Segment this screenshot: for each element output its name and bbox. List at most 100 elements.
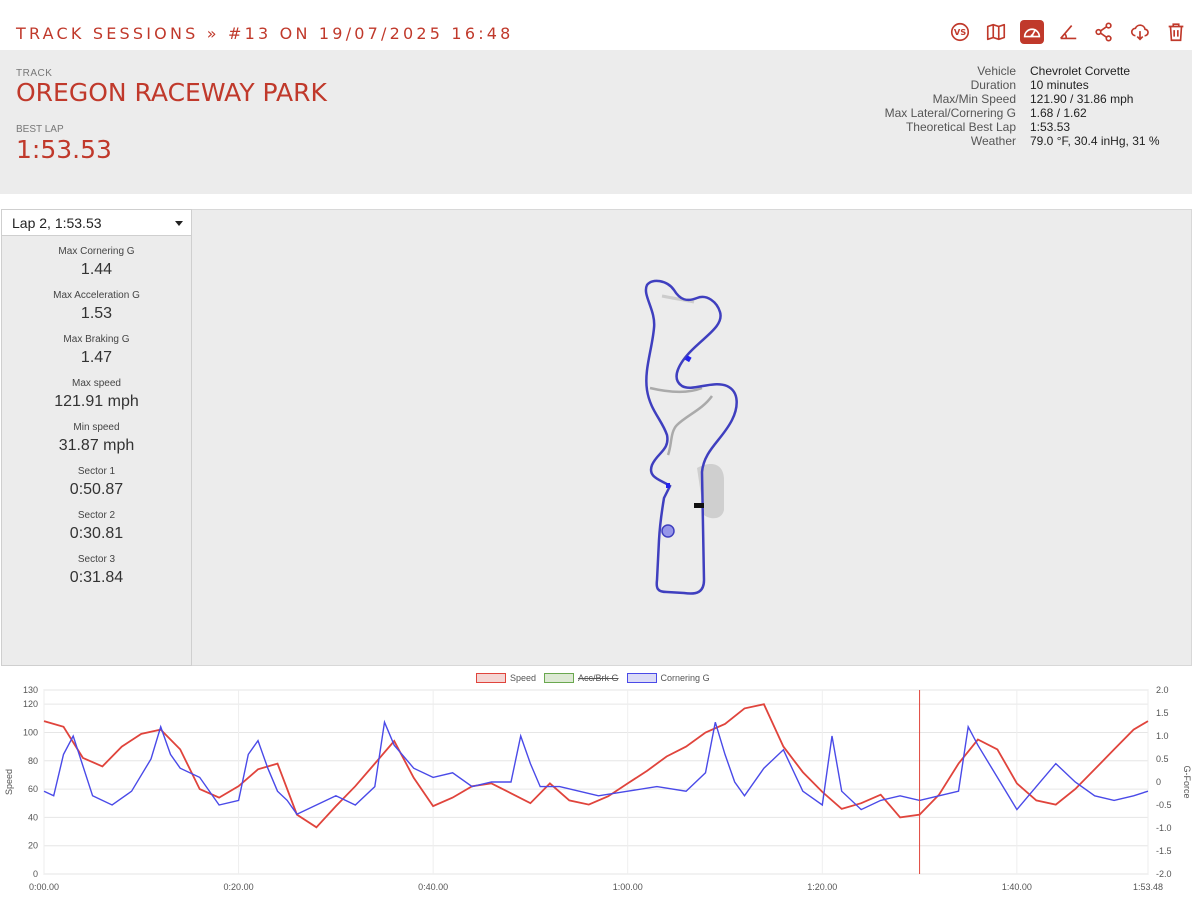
stat-row: Theoretical Best Lap 1:53.53 xyxy=(870,120,1176,134)
track-name: OREGON RACEWAY PARK xyxy=(16,78,327,107)
share-icon[interactable] xyxy=(1092,20,1116,44)
y-tick-label: 130 xyxy=(23,685,38,695)
map-icon[interactable] xyxy=(984,20,1008,44)
metric-value: 31.87 mph xyxy=(58,437,135,454)
cloud-download-icon[interactable] xyxy=(1128,20,1152,44)
y-tick-label: 20 xyxy=(28,841,38,851)
telemetry-chart[interactable]: 0 20 40 60 80 100 120 130 -2.0 -1.5 -1.0 -0.5 0 0.5 1.… xyxy=(0,668,1200,906)
x-tick-label: 1:40.00 xyxy=(1002,882,1032,892)
metric-max-braking-g: Max Braking G 1.47 xyxy=(2,334,191,374)
x-tick-label: 1:00.00 xyxy=(613,882,643,892)
legend-label: Speed xyxy=(510,673,537,683)
speedometer-icon[interactable] xyxy=(1020,20,1044,44)
y2-axis-label: G-Force xyxy=(1182,765,1192,798)
legend-swatch xyxy=(544,673,575,683)
top-bar: TRACK SESSIONS » #13 ON 19/07/2025 16:48… xyxy=(0,0,1200,48)
metric-label: Max Cornering G xyxy=(58,246,135,257)
track-alt-section xyxy=(666,395,714,456)
x-tick-label: 0:40.00 xyxy=(418,882,448,892)
y-tick-label: 100 xyxy=(23,727,38,737)
metric-max-cornering-g: Max Cornering G 1.44 xyxy=(2,246,191,286)
sector-marker xyxy=(666,483,670,488)
stat-row: Max/Min Speed 121.90 / 31.86 mph xyxy=(870,92,1176,106)
y-axis-label: Speed xyxy=(4,769,14,795)
legend-item-speed[interactable]: Speed xyxy=(476,673,536,683)
metric-value: 1.47 xyxy=(80,349,113,366)
track-map[interactable] xyxy=(192,209,1192,666)
best-lap-time: 1:53.53 xyxy=(16,135,112,164)
stat-row: Weather 79.0 °F, 30.4 inHg, 31 % xyxy=(870,134,1176,148)
y-tick-label: 60 xyxy=(28,784,38,794)
y2-tick-label: 0 xyxy=(1156,777,1161,787)
metric-label: Max Braking G xyxy=(63,334,130,345)
best-lap-label: BEST LAP xyxy=(16,124,64,135)
trash-icon[interactable] xyxy=(1164,20,1188,44)
metric-value: 0:31.84 xyxy=(69,569,124,586)
chevron-down-icon xyxy=(175,221,183,226)
racing-line xyxy=(644,279,738,595)
metric-label: Max Acceleration G xyxy=(53,290,140,301)
lap-select[interactable]: Lap 2, 1:53.53 xyxy=(2,210,191,236)
stat-key: Max Lateral/Cornering G xyxy=(884,106,1016,120)
vs-label: VS xyxy=(954,27,966,37)
metric-value: 0:50.87 xyxy=(69,481,124,498)
legend-swatch xyxy=(476,673,506,683)
y2-tick-label: -2.0 xyxy=(1156,869,1172,879)
x-tick-label: 1:20.00 xyxy=(807,882,837,892)
stat-key: Theoretical Best Lap xyxy=(905,120,1016,134)
metric-value: 121.91 mph xyxy=(54,393,139,410)
toolbar: VS xyxy=(948,20,1188,44)
session-header: TRACK OREGON RACEWAY PARK BEST LAP 1:53.… xyxy=(0,50,1192,194)
stat-value: 1.68 / 1.62 xyxy=(1030,106,1087,120)
lap-select-value: Lap 2, 1:53.53 xyxy=(12,214,102,231)
stat-key: Max/Min Speed xyxy=(932,92,1016,106)
telemetry-chart-svg: 0 20 40 60 80 100 120 130 -2.0 -1.5 -1.0 -0.5 0 0.5 1.… xyxy=(4,685,1192,892)
session-stats: Vehicle Chevrolet Corvette Duration 10 min… xyxy=(870,64,1176,148)
car-position-marker[interactable] xyxy=(661,524,675,538)
metric-label: Max speed xyxy=(72,378,121,389)
y-tick-label: 80 xyxy=(28,756,38,766)
stat-row: Vehicle Chevrolet Corvette xyxy=(870,64,1176,78)
angle-icon[interactable] xyxy=(1056,20,1080,44)
stat-row: Max Lateral/Cornering G 1.68 / 1.62 xyxy=(870,106,1176,120)
legend-label: Acc/Brk G xyxy=(578,673,619,683)
legend-label: Cornering G xyxy=(660,673,710,683)
lap-panel: Lap 2, 1:53.53 Max Cornering G 1.44 Max A… xyxy=(1,209,192,666)
chart-legend: Speed Acc/Brk G Cornering G xyxy=(476,673,710,683)
stat-value: Chevrolet Corvette xyxy=(1030,64,1131,78)
y-tick-label: 40 xyxy=(28,812,38,822)
y2-tick-label: 1.5 xyxy=(1156,708,1169,718)
metric-label: Min speed xyxy=(73,422,120,433)
legend-item-cornering-g[interactable]: Cornering G xyxy=(626,673,710,683)
compare-vs-icon[interactable]: VS xyxy=(948,20,972,44)
x-tick-label: 0:20.00 xyxy=(224,882,254,892)
metric-label: Sector 1 xyxy=(77,466,116,477)
y2-tick-label: 0.5 xyxy=(1156,754,1169,764)
stat-value: 1:53.53 xyxy=(1030,120,1071,134)
metric-max-speed: Max speed 121.91 mph xyxy=(2,378,191,418)
y2-tick-label: -0.5 xyxy=(1156,800,1172,810)
y-tick-label: 120 xyxy=(23,699,38,709)
start-finish-line xyxy=(694,503,704,508)
y2-tick-label: -1.5 xyxy=(1156,846,1172,856)
metric-value: 1.44 xyxy=(80,261,113,278)
plot-area xyxy=(43,689,1149,875)
metric-min-speed: Min speed 31.87 mph xyxy=(2,422,191,462)
track-map-svg xyxy=(644,279,738,595)
breadcrumb[interactable]: TRACK SESSIONS » #13 ON 19/07/2025 16:48 xyxy=(16,24,514,43)
legend-item-acc-brk-g[interactable]: Acc/Brk G xyxy=(544,673,619,683)
y-tick-label: 0 xyxy=(33,869,38,879)
stat-value: 121.90 / 31.86 mph xyxy=(1030,92,1134,106)
y2-tick-label: 1.0 xyxy=(1156,731,1169,741)
stat-value: 79.0 °F, 30.4 inHg, 31 % xyxy=(1030,134,1160,148)
metric-max-acceleration-g: Max Acceleration G 1.53 xyxy=(2,290,191,330)
stat-row: Duration 10 minutes xyxy=(870,78,1176,92)
stat-key: Vehicle xyxy=(977,64,1016,78)
metric-label: Sector 2 xyxy=(77,510,116,521)
metric-value: 1.53 xyxy=(80,305,113,322)
stat-value: 10 minutes xyxy=(1030,78,1089,92)
stat-key: Duration xyxy=(970,78,1016,92)
x-tick-label: 1:53.48 xyxy=(1133,882,1163,892)
y2-tick-label: -1.0 xyxy=(1156,823,1172,833)
y2-tick-label: 2.0 xyxy=(1156,685,1169,695)
